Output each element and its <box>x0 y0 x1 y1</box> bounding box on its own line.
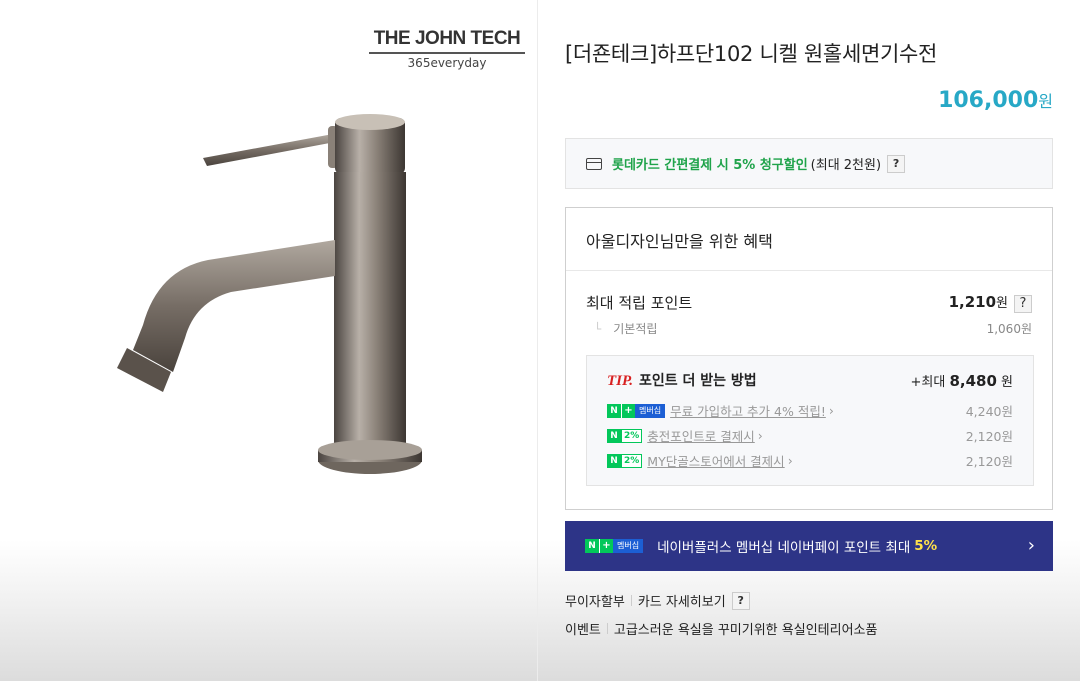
max-point-unit: 원 <box>996 296 1008 311</box>
card-promo-highlight: 롯데카드 간편결제 시 5% 청구할인 <box>612 158 808 173</box>
max-point-value-wrap: 1,210원? <box>949 292 1032 313</box>
benefit-header: 아울디자인님만을 위한 혜택 <box>566 208 1052 271</box>
event-text[interactable]: 고급스러운 욕실을 꾸미기위한 욕실인테리어소품 <box>614 619 878 638</box>
tip-row-my-store[interactable]: N 2% MY단골스토어에서 결제시 › 2,120원 <box>607 448 1013 473</box>
price-unit: 원 <box>1038 92 1053 111</box>
product-image-panel[interactable]: THE JOHN TECH 365everyday <box>8 0 538 540</box>
tip-total: +최대 8,480 원 <box>910 371 1013 390</box>
product-title: [더죤테크]하프단102 니켈 원홀세면기수전 <box>565 42 938 66</box>
brand-logo: THE JOHN TECH 365everyday <box>369 28 525 70</box>
max-point-value: 1,210 <box>948 293 997 311</box>
tip-row-membership[interactable]: N + 멤버십 무료 가입하고 추가 4% 적립! › 4,240원 <box>607 398 1013 423</box>
separator <box>606 623 608 634</box>
card-links: 무이자할부 카드 자세히보기 ? <box>565 591 750 610</box>
price-value: 106,000 <box>938 88 1039 113</box>
tip-row-charge-point[interactable]: N 2% 충전포인트로 결제시 › 2,120원 <box>607 423 1013 448</box>
tip-title: 포인트 더 받는 방법 <box>638 373 757 389</box>
card-detail-link[interactable]: 카드 자세히보기 <box>638 591 726 610</box>
card-promo-box: 롯데카드 간편결제 시 5% 청구할인 (최대 2천원) ? <box>565 138 1053 189</box>
chevron-right-icon: › <box>757 428 763 443</box>
chevron-right-icon: › <box>828 403 834 418</box>
base-point-row: └ 기본적립 1,060원 <box>594 320 1032 337</box>
tip-row-label[interactable]: 무료 가입하고 추가 4% 적립! <box>670 401 826 420</box>
naver-2pct-badge: N 2% <box>607 453 643 468</box>
naver-membership-banner[interactable]: N + 멤버십 네이버플러스 멤버십 네이버페이 포인트 최대 5% › <box>565 521 1053 571</box>
naver-banner-highlight: 5% <box>914 538 938 554</box>
event-row: 이벤트 고급스러운 욕실을 꾸미기위한 욕실인테리어소품 <box>565 619 877 638</box>
naver-2pct-badge: N 2% <box>607 428 643 443</box>
brand-name: THE JOHN TECH <box>369 28 525 54</box>
naver-membership-badge: N + 멤버십 <box>585 539 644 553</box>
tip-row-value: 2,120원 <box>965 429 1013 444</box>
tip-box: TIP. 포인트 더 받는 방법 +최대 8,480 원 N + 멤버십 무료 가입하… <box>586 355 1034 486</box>
faucet-image <box>117 114 422 474</box>
base-point-label: └ 기본적립 <box>594 322 658 336</box>
chevron-right-icon: › <box>787 453 793 468</box>
naver-banner-text: 네이버플러스 멤버십 네이버페이 포인트 최대 <box>657 540 911 556</box>
tip-mark: TIP. <box>607 373 633 389</box>
tip-row-value: 2,120원 <box>965 454 1013 469</box>
base-point-value: 1,060원 <box>986 322 1032 336</box>
event-label: 이벤트 <box>565 623 601 638</box>
naver-membership-badge: N + 멤버십 <box>607 403 666 418</box>
tip-row-label[interactable]: 충전포인트로 결제시 <box>647 426 754 445</box>
max-point-row: 최대 적립 포인트 1,210원? <box>586 292 1032 313</box>
tip-row-value: 4,240원 <box>965 404 1013 419</box>
card-promo-help-button[interactable]: ? <box>887 154 906 173</box>
product-price: 106,000원 <box>938 88 1053 113</box>
card-promo-note: (최대 2천원) <box>810 158 882 173</box>
credit-card-icon <box>586 157 602 170</box>
brand-tagline: 365everyday <box>407 56 487 70</box>
installment-link[interactable]: 무이자할부 <box>565 591 625 610</box>
tree-branch-icon: └ <box>594 322 602 336</box>
chevron-right-icon: › <box>1027 535 1035 556</box>
separator <box>630 595 632 606</box>
tip-header: TIP. 포인트 더 받는 방법 +최대 8,480 원 <box>607 370 1013 390</box>
card-detail-help-button[interactable]: ? <box>731 591 750 610</box>
max-point-label: 최대 적립 포인트 <box>586 294 693 312</box>
benefit-box: 아울디자인님만을 위한 혜택 최대 적립 포인트 1,210원? └ 기본적립 1… <box>565 207 1053 510</box>
max-point-help-button[interactable]: ? <box>1014 295 1032 313</box>
tip-row-label[interactable]: MY단골스토어에서 결제시 <box>647 451 784 470</box>
